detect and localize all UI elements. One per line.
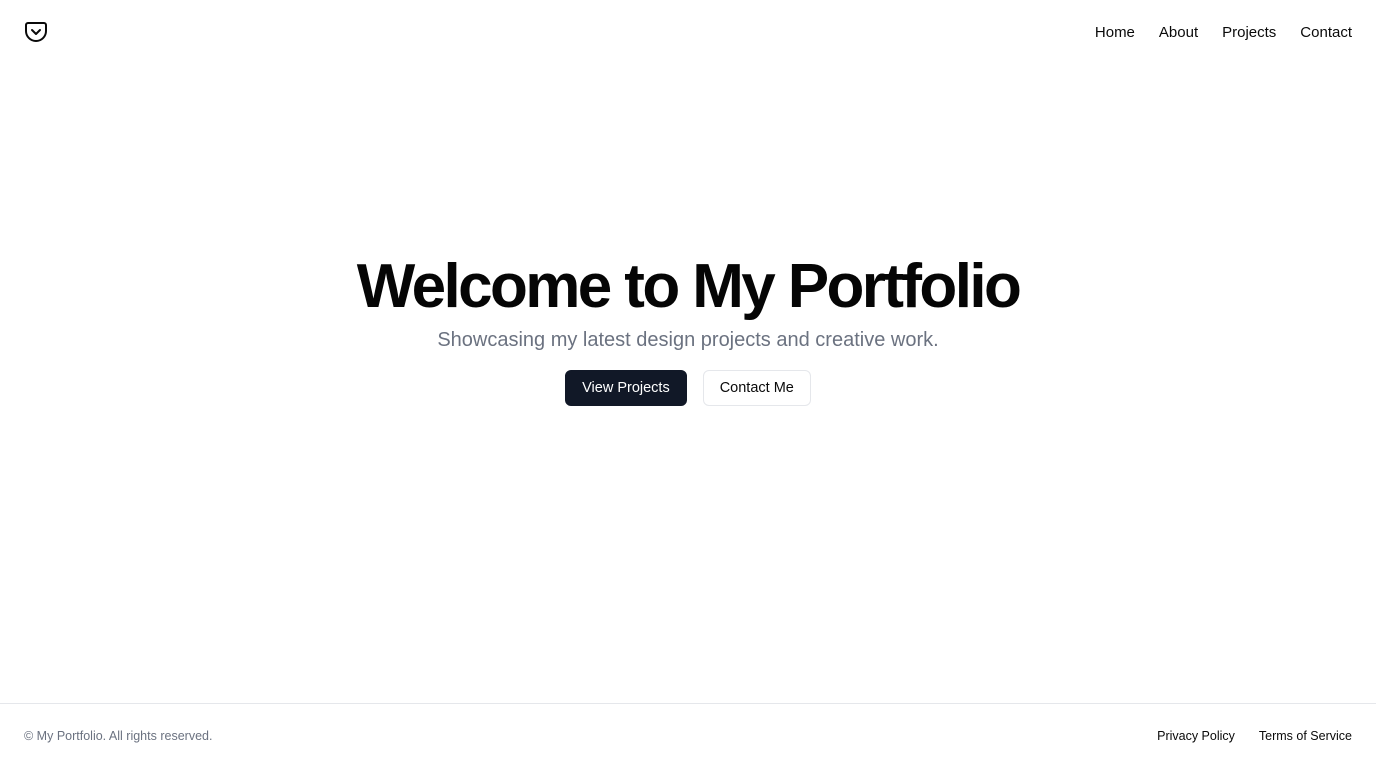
terms-of-service-link[interactable]: Terms of Service [1259,729,1352,743]
site-footer: © My Portfolio. All rights reserved. Pri… [0,703,1376,768]
nav-link-home[interactable]: Home [1095,24,1135,41]
footer-links: Privacy Policy Terms of Service [1157,729,1352,743]
logo-link[interactable] [24,20,48,44]
page: Home About Projects Contact Welcome to M… [0,0,1376,768]
nav-link-about[interactable]: About [1159,24,1198,41]
hero-subtitle: Showcasing my latest design projects and… [437,329,939,351]
privacy-policy-link[interactable]: Privacy Policy [1157,729,1235,743]
copyright-text: © My Portfolio. All rights reserved. [24,729,213,743]
nav-link-contact[interactable]: Contact [1300,24,1352,41]
hero-actions: View Projects Contact Me [0,370,1376,406]
hero-title: Welcome to My Portfolio [356,252,1022,321]
site-header: Home About Projects Contact [0,0,1376,64]
main-nav: Home About Projects Contact [1095,24,1352,41]
view-projects-button[interactable]: View Projects [565,370,687,406]
pocket-shield-icon [25,22,47,42]
nav-link-projects[interactable]: Projects [1222,24,1276,41]
hero-section: Welcome to My Portfolio Showcasing my la… [0,250,1376,406]
contact-me-button[interactable]: Contact Me [702,370,811,406]
